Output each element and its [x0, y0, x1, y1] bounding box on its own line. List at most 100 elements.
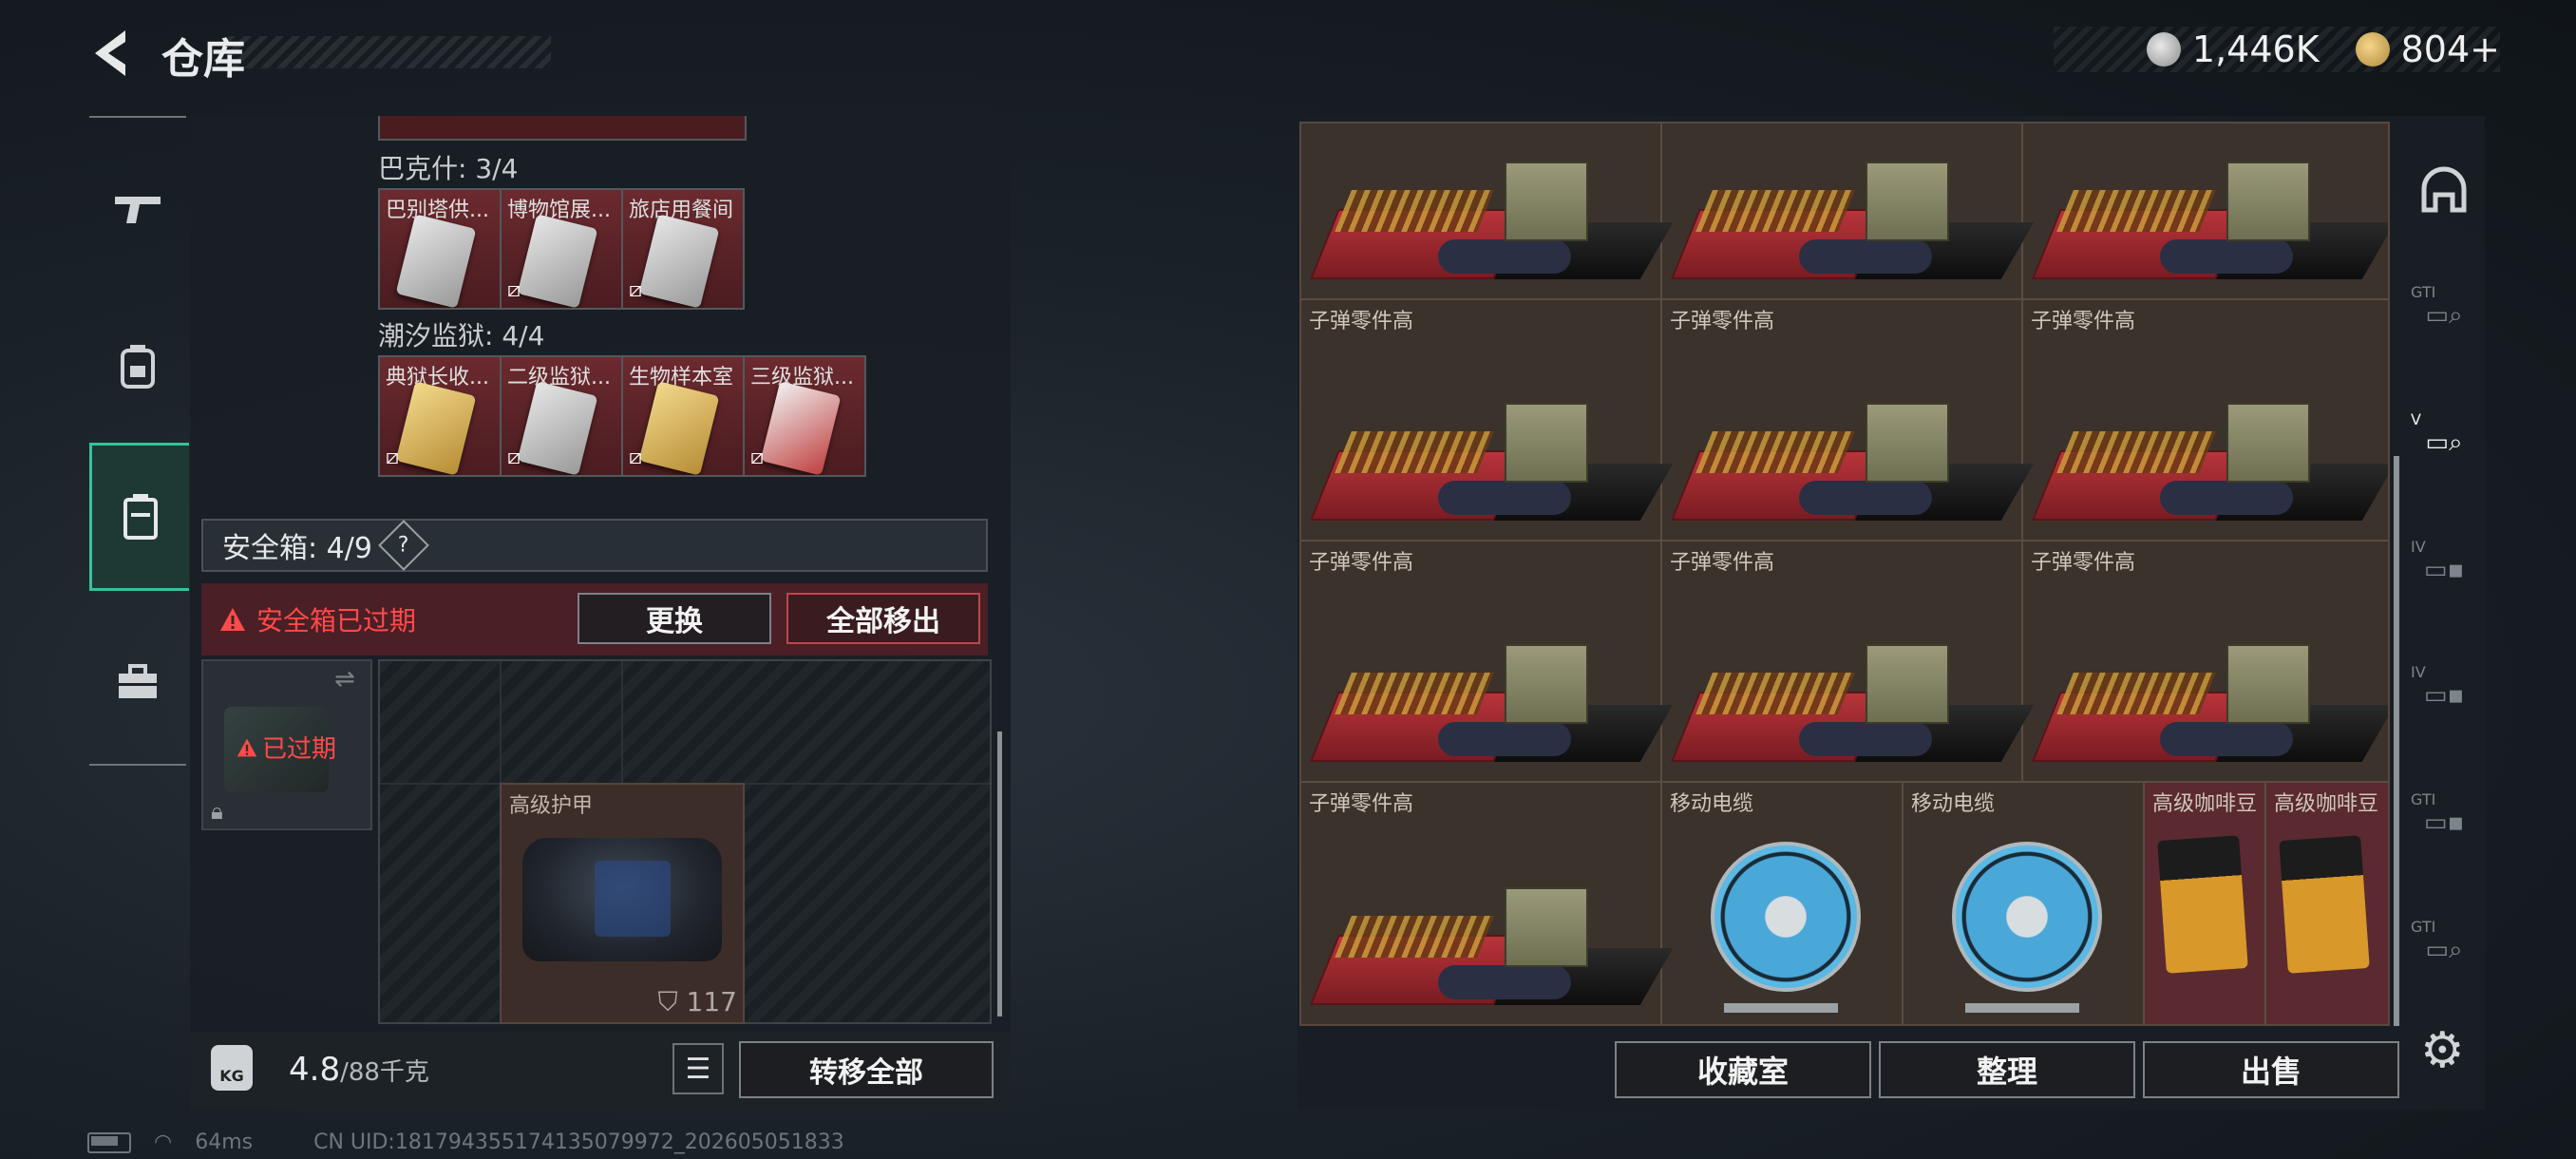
- sell-button[interactable]: 出售: [2143, 1041, 2399, 1098]
- keycard-slot[interactable]: 二级监狱... ⧄: [502, 357, 623, 475]
- ammo-parts-image: [1310, 644, 1674, 762]
- stash-item[interactable]: 子弹零件高: [1301, 542, 1674, 783]
- item-name: 高级咖啡豆: [2152, 792, 2258, 816]
- uid-text: CN UID:1817943551741350799​72_2026050518…: [313, 1130, 844, 1154]
- toolbox-icon[interactable]: [89, 612, 186, 754]
- storage-tab-icon[interactable]: GTI ▭⌕: [2407, 277, 2481, 353]
- safe-box-capacity-label: 安全箱: 4/9: [222, 532, 372, 565]
- item-name: 高级咖啡豆: [2274, 792, 2379, 816]
- weight-value: 4.8/88千克: [289, 1051, 429, 1089]
- transfer-all-button[interactable]: 转移全部: [739, 1041, 994, 1098]
- ammo-parts-image: [1310, 887, 1674, 1005]
- region-label-tidal-prison: 潮汐监狱: 4/4: [378, 320, 545, 352]
- stash-item[interactable]: 高级咖啡豆: [2266, 783, 2388, 1024]
- remove-all-button[interactable]: 全部移出: [786, 593, 980, 644]
- stash-item[interactable]: 子弹零件高: [1301, 300, 1674, 542]
- swap-icon[interactable]: ⇌: [334, 665, 355, 694]
- ammo-parts-image: [2032, 162, 2388, 279]
- keycard-slot[interactable]: 典狱长收... ⧄: [380, 357, 502, 475]
- stash-item[interactable]: 子弹零件高: [1662, 300, 2035, 542]
- collection-room-button[interactable]: 收藏室: [1615, 1041, 1871, 1098]
- silver-coin-icon: [2146, 32, 2181, 66]
- stash-item[interactable]: 子弹零件高: [1662, 542, 2035, 783]
- safe-case-icon[interactable]: [89, 443, 189, 591]
- keycard-image: [395, 381, 477, 475]
- ammo-parts-image: [1671, 644, 2035, 762]
- wifi-icon: ◠: [154, 1130, 173, 1154]
- safe-box-slot[interactable]: ⇌ 已过期 🔒︎: [201, 659, 372, 830]
- storage-tab-icon[interactable]: GTI ▭▪: [2407, 785, 2481, 861]
- backpack-icon[interactable]: [89, 294, 186, 437]
- stash-item[interactable]: 子弹零件高: [2023, 300, 2388, 542]
- expired-tag: 已过期: [236, 730, 336, 765]
- stash-item[interactable]: 移动电缆: [1662, 783, 1904, 1024]
- lock-icon: 🔒︎: [211, 798, 223, 825]
- armor-item[interactable]: 高级护甲 ⛉ 117: [500, 783, 745, 1024]
- keycard-slot[interactable]: 巴别塔供...: [380, 190, 502, 308]
- unlock-disabled-icon: ⧄: [750, 446, 764, 469]
- keycard-slot[interactable]: 旅店用餐间 ⧄: [623, 190, 743, 308]
- stash-item[interactable]: 子弹零件高: [1301, 783, 1674, 1024]
- list-icon[interactable]: ☰: [672, 1043, 724, 1094]
- page-title: 仓库: [161, 35, 245, 84]
- gear-icon[interactable]: ⚙: [2420, 1022, 2465, 1079]
- back-button[interactable]: [87, 27, 135, 80]
- armor-image: [522, 838, 722, 961]
- gun-icon[interactable]: [89, 137, 186, 279]
- ammo-parts-image: [2032, 403, 2388, 521]
- keycard-slot[interactable]: 博物馆展... ⧄: [502, 190, 623, 308]
- gold-coin-icon: [2355, 32, 2390, 66]
- storage-tab-icon[interactable]: IV ▭▪: [2407, 532, 2481, 608]
- coffee-bean-image: [2279, 835, 2370, 974]
- unlock-disabled-icon: ⧄: [629, 278, 642, 302]
- weight-icon: KG: [211, 1045, 253, 1091]
- stash-item[interactable]: [1662, 124, 2035, 300]
- sort-button[interactable]: 整理: [1879, 1041, 2135, 1098]
- item-name: 移动电缆: [1670, 792, 1754, 816]
- help-button[interactable]: ?: [378, 520, 429, 571]
- stash-scrollbar[interactable]: [2394, 456, 2399, 1026]
- keycard-slot[interactable]: 三级监狱... ⧄: [745, 357, 864, 475]
- coffee-bean-image: [2157, 835, 2248, 974]
- stash-item[interactable]: 高级咖啡豆: [2145, 783, 2266, 1024]
- gold-currency-value[interactable]: 804+: [2401, 28, 2500, 70]
- durability-label: ⛉ 117: [657, 986, 737, 1017]
- keycard-image: [517, 381, 598, 475]
- keycard-row-tidal-prison: 典狱长收... ⧄ 二级监狱... ⧄ 生物样本室 ⧄ 三级监狱... ⧄: [378, 355, 866, 477]
- unlock-disabled-icon: ⧄: [507, 278, 521, 302]
- left-scrollbar[interactable]: [997, 732, 1002, 1016]
- silver-currency-value: 1,446K: [2191, 28, 2320, 70]
- region-label-bakshi: 巴克什: 3/4: [378, 153, 519, 184]
- stash-item[interactable]: [2023, 124, 2388, 300]
- keycard-slot[interactable]: 生物样本室 ⧄: [623, 357, 745, 475]
- unlock-disabled-icon: ⧄: [507, 446, 521, 469]
- currency-bar: 1,446K 804+: [2054, 27, 2500, 72]
- item-name: 子弹零件高: [2031, 310, 2136, 333]
- helmet-icon[interactable]: [2407, 152, 2481, 228]
- cable-reel-image: [1711, 842, 1861, 1014]
- stash-item[interactable]: 子弹零件高: [2023, 542, 2388, 783]
- stash-item[interactable]: [1301, 124, 1674, 300]
- keycard-row-bakshi: 巴别塔供... 博物馆展... ⧄ 旅店用餐间 ⧄: [378, 188, 745, 310]
- storage-tab-icon[interactable]: V ▭⌕: [2407, 405, 2481, 481]
- item-name: 子弹零件高: [1670, 551, 1775, 575]
- ping-value: 64ms: [195, 1130, 254, 1154]
- unlock-disabled-icon: ⧄: [386, 446, 399, 469]
- item-name: 子弹零件高: [1309, 792, 1414, 816]
- storage-tab-icon[interactable]: IV ▭▪: [2407, 657, 2481, 733]
- warning-icon: [220, 608, 245, 631]
- keycard-image: [517, 214, 598, 308]
- stash-grid[interactable]: 子弹零件高 子弹零件高 子弹零件高 子弹零件高 子弹零件高 子弹零件高 子弹零件…: [1299, 122, 2390, 1026]
- storage-tab-icon[interactable]: GTI ▭⌕: [2407, 912, 2481, 988]
- keycard-row-partial: [378, 116, 747, 141]
- keycard-image: [638, 381, 720, 475]
- item-name: 子弹零件高: [1309, 551, 1414, 575]
- ammo-parts-image: [1671, 403, 2035, 521]
- keycard-image: [395, 214, 477, 308]
- status-bar: ◠ 64ms CN UID:1817943551741350799​72_202…: [87, 1130, 844, 1154]
- replace-button[interactable]: 更换: [578, 593, 771, 644]
- item-name: 子弹零件高: [1309, 310, 1414, 333]
- battery-icon: [87, 1131, 131, 1153]
- item-name: 移动电缆: [1911, 792, 1996, 816]
- stash-item[interactable]: 移动电缆: [1904, 783, 2145, 1024]
